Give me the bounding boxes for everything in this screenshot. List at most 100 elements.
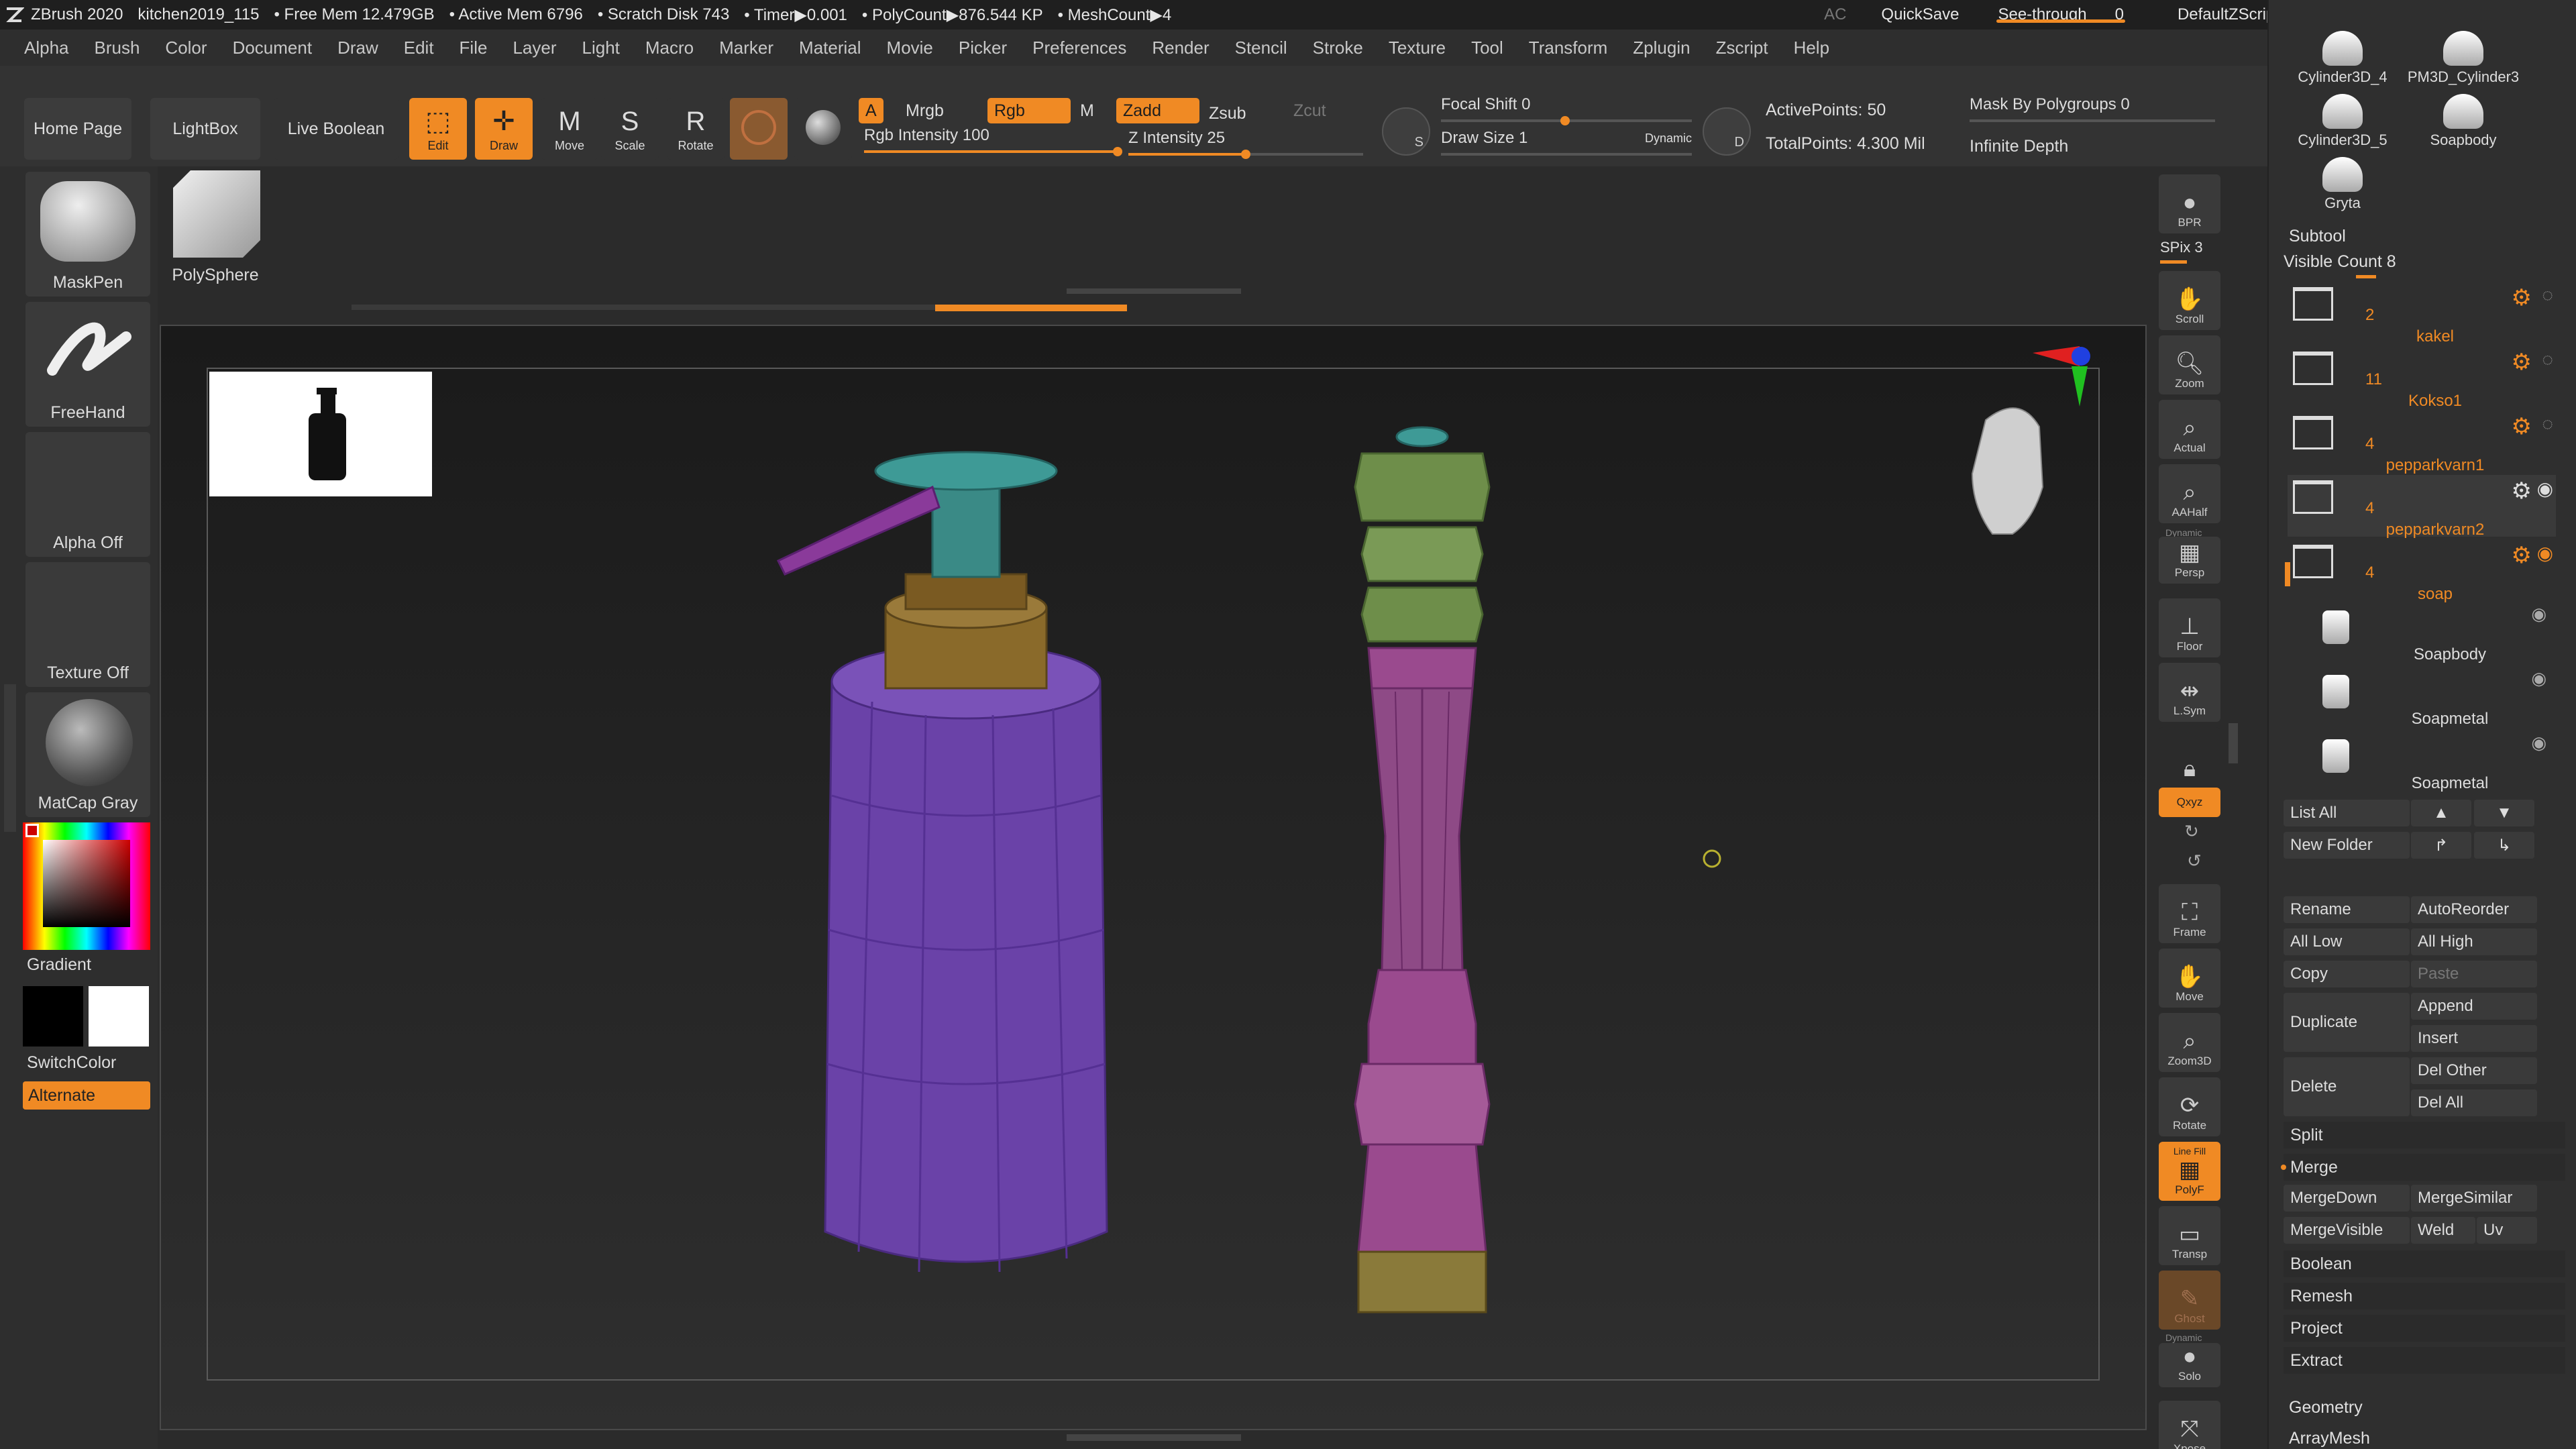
stroke-tile[interactable]: FreeHand [25, 302, 150, 427]
geometry-section[interactable]: Geometry [2289, 1398, 2363, 1417]
secondary-color-swatch[interactable] [23, 986, 83, 1046]
menu-edit[interactable]: Edit [404, 38, 434, 58]
subtool-folder-pepparkvarn1[interactable]: 4 pepparkvarn1 ⚙ ◌ [2288, 411, 2556, 474]
merge-section[interactable]: Merge [2284, 1154, 2565, 1181]
live-boolean-button[interactable]: Live Boolean [274, 98, 398, 160]
subtool-folder-pepparkvarn2[interactable]: 4 pepparkvarn2 ⚙ ◉ [2288, 475, 2556, 539]
rgb-toggle[interactable]: Rgb [987, 98, 1071, 123]
primary-color-swatch[interactable] [89, 986, 149, 1046]
xpose-button[interactable]: ⤧ Xpose [2159, 1401, 2220, 1449]
scroll-handle[interactable] [1067, 288, 1241, 294]
scale-button[interactable]: S Scale [601, 98, 659, 160]
focal-shift-slider[interactable]: Focal Shift 0 [1441, 95, 1692, 125]
tool-thumb-cylinder3d-4[interactable]: Cylinder3D_4 [2282, 31, 2403, 86]
delete-button[interactable]: Delete [2284, 1057, 2410, 1116]
eye-icon[interactable]: ◉ [2537, 478, 2553, 500]
del-other-button[interactable]: Del Other [2411, 1057, 2537, 1084]
eye-icon[interactable]: ◌ [2542, 413, 2553, 435]
gear-icon[interactable]: ⚙ [2512, 478, 2532, 504]
tool-thumb-soapbody[interactable]: Soapbody [2403, 94, 2524, 149]
frame-button[interactable]: ⛶ Frame [2159, 884, 2220, 943]
del-all-button[interactable]: Del All [2411, 1089, 2537, 1116]
gradient-label[interactable]: Gradient [27, 955, 91, 975]
menu-stencil[interactable]: Stencil [1235, 38, 1287, 58]
solo-button[interactable]: ● Solo [2159, 1343, 2220, 1387]
project-section[interactable]: Project [2284, 1315, 2565, 1342]
brush-tile[interactable]: MaskPen [25, 172, 150, 297]
zsub-toggle[interactable]: Zsub [1202, 101, 1253, 126]
append-button[interactable]: Append [2411, 993, 2537, 1020]
menu-alpha[interactable]: Alpha [24, 38, 69, 58]
menu-layer[interactable]: Layer [513, 38, 556, 58]
eye-icon[interactable]: ◌ [2542, 284, 2553, 306]
material-swatch[interactable] [730, 98, 788, 160]
aahalf-button[interactable]: ⌕ AAHalf [2159, 464, 2220, 523]
tool-thumb-gryta[interactable]: Gryta [2282, 157, 2403, 212]
polyf-button[interactable]: Line Fill ▦ PolyF [2159, 1142, 2220, 1201]
rename-button[interactable]: Rename [2284, 896, 2410, 923]
mask-by-polygroups-slider[interactable]: Mask By Polygroups 0 [1970, 95, 2215, 122]
gear-icon[interactable]: ⚙ [2512, 284, 2532, 311]
eye-icon[interactable]: ◌ [2542, 349, 2553, 370]
menu-color[interactable]: Color [165, 38, 207, 58]
lazy-mouse-d-button[interactable]: D [1703, 107, 1751, 156]
move-down-button[interactable]: ▼ [2474, 800, 2534, 826]
mergedown-button[interactable]: MergeDown [2284, 1185, 2410, 1212]
quicksave-button[interactable]: QuickSave [1881, 5, 1959, 24]
soap-bottle[interactable] [776, 451, 1108, 1273]
move-button[interactable]: M Move [541, 98, 598, 160]
menu-macro[interactable]: Macro [645, 38, 694, 58]
m-toggle[interactable]: M [1073, 98, 1101, 123]
rotate-view-button[interactable]: ⟳ Rotate [2159, 1077, 2220, 1136]
extract-section[interactable]: Extract [2284, 1347, 2565, 1374]
menu-document[interactable]: Document [233, 38, 313, 58]
duplicate-button[interactable]: Duplicate [2284, 993, 2410, 1052]
spix-slider[interactable]: SPix 3 [2160, 239, 2203, 256]
subtool-header[interactable]: Subtool [2289, 227, 2346, 246]
zoom3d-button[interactable]: ⌕ Zoom3D [2159, 1013, 2220, 1072]
subtool-soapmetal-2[interactable]: Soapmetal ◉ [2309, 730, 2551, 794]
menu-picker[interactable]: Picker [959, 38, 1007, 58]
a-toggle[interactable]: A [859, 98, 883, 123]
zoom-button[interactable]: 🔍︎ Zoom [2159, 335, 2220, 394]
lazy-mouse-s-button[interactable]: S [1382, 107, 1430, 156]
list-all-button[interactable]: List All [2284, 800, 2410, 826]
menu-tool[interactable]: Tool [1471, 38, 1503, 58]
eye-icon[interactable]: ◉ [2531, 668, 2546, 689]
z-intensity-slider[interactable]: Z Intensity 25 [1128, 129, 1363, 159]
menu-material[interactable]: Material [799, 38, 861, 58]
switchcolor-button[interactable]: SwitchColor [27, 1053, 116, 1073]
pepper-mill[interactable] [1354, 426, 1491, 1313]
gear-icon[interactable]: ⚙ [2512, 413, 2532, 440]
insert-button[interactable]: Insert [2411, 1025, 2537, 1052]
all-low-button[interactable]: All Low [2284, 928, 2410, 955]
menu-preferences[interactable]: Preferences [1032, 38, 1126, 58]
tool-thumb-cylinder3d-5[interactable]: Cylinder3D_5 [2282, 94, 2403, 149]
home-page-button[interactable]: Home Page [24, 98, 131, 160]
copy-button[interactable]: Copy [2284, 961, 2410, 987]
mergevisible-button[interactable]: MergeVisible [2284, 1217, 2410, 1244]
new-folder-button[interactable]: New Folder [2284, 832, 2410, 859]
rotate-y-icon[interactable]: ↻ [2184, 821, 2199, 842]
menu-stroke[interactable]: Stroke [1313, 38, 1363, 58]
mergesimilar-button[interactable]: MergeSimilar [2411, 1185, 2537, 1212]
paste-button[interactable]: Paste [2411, 961, 2537, 987]
infinite-depth-button[interactable]: Infinite Depth [1970, 137, 2068, 156]
xyz-button[interactable]: Qxyz [2159, 788, 2220, 817]
rotate-z-icon[interactable]: ↺ [2187, 851, 2202, 871]
alternate-button[interactable]: Alternate [23, 1081, 150, 1110]
lock-button[interactable]: 🔒︎ [2159, 727, 2220, 786]
boolean-section[interactable]: Boolean [2284, 1250, 2565, 1277]
left-panel-collapse-handle[interactable] [4, 684, 16, 832]
floor-button[interactable]: ⊥ Floor [2159, 598, 2220, 657]
persp-button[interactable]: ▦ Persp [2159, 537, 2220, 584]
draw-button[interactable]: ✛ Draw [475, 98, 533, 160]
uv-toggle[interactable]: Uv [2477, 1217, 2537, 1244]
transp-button[interactable]: ▭ Transp [2159, 1206, 2220, 1265]
autoreorder-button[interactable]: AutoReorder [2411, 896, 2537, 923]
right-collapse-handle[interactable] [2229, 723, 2238, 763]
move-in-button[interactable]: ↱ [2411, 832, 2471, 859]
dynamic-label[interactable]: Dynamic [1645, 131, 1692, 146]
move-up-button[interactable]: ▲ [2411, 800, 2471, 826]
remesh-section[interactable]: Remesh [2284, 1283, 2565, 1309]
